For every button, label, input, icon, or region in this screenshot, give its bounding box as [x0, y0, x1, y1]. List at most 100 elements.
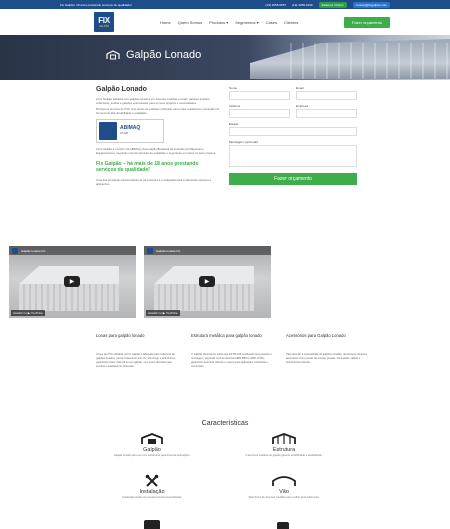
column-title: Lonas para galpão lonado: [96, 333, 145, 338]
abimaq-logo-icon: [99, 122, 117, 140]
hero-title-group: Galpão Lonado: [106, 49, 201, 61]
intro-paragraph-4: Uma das principais características de ta…: [96, 178, 212, 186]
watch-on-youtube[interactable]: Assistir no ▶ YouTube: [146, 310, 180, 316]
channel-avatar: [12, 247, 18, 254]
logo-subtext: GALPÃO: [98, 24, 110, 28]
tools-icon: [92, 474, 212, 488]
email-label: Email: [296, 86, 304, 90]
youtube-logo-icon: ▶ YouTube: [162, 311, 178, 315]
play-button-icon[interactable]: ▶: [64, 276, 80, 287]
span-icon: [224, 474, 344, 488]
features-title: Características: [201, 420, 249, 427]
column-lonas: Lonas para galpão lonado A lona de PVC u…: [96, 333, 181, 371]
feature-label: Vão: [279, 489, 289, 495]
top-contacts: (19) 3258-5057 (19) 3258-9199 Estamos On…: [266, 1, 390, 8]
structure-icon: [224, 432, 344, 446]
feature-row-3-icon-left: [144, 520, 160, 529]
feature-desc: Instalação rápida com equipe técnica esp…: [122, 496, 182, 499]
feature-label: Estrutura: [272, 447, 296, 453]
top-info-bar: Fix Galpão: 18 anos prestando serviços d…: [0, 0, 450, 9]
email-input[interactable]: [296, 91, 357, 100]
message-label: Mensagem (opcional): [229, 140, 258, 144]
column-text: A lona de PVC utilizada na Fix Galpão é …: [96, 353, 176, 368]
feature-row-3-icon-right: [277, 522, 289, 529]
feature-label: Galpão: [143, 447, 161, 453]
nav-item-produtos[interactable]: Produtos ▾: [209, 20, 228, 25]
phone-link-1[interactable]: (19) 3258-5057: [266, 3, 287, 7]
intro-paragraph-3: A Fix Galpão é membro da ABIMAQ (Associa…: [96, 147, 217, 155]
column-title: Estrutura metálica para galpão lonado: [191, 333, 262, 338]
video-tent-wall: [154, 284, 254, 311]
intro-section: Galpão Lonado A Fix Galpão trabalha com …: [96, 86, 220, 188]
phone-link-2[interactable]: (19) 3258-9199: [292, 3, 313, 7]
nav-item-home[interactable]: Home: [160, 20, 171, 25]
column-title: Acessórios para Galpão Lonado: [286, 333, 346, 338]
video-title[interactable]: Galpão lonado Fix: [156, 249, 180, 253]
nav-item-clientes[interactable]: Clientes: [284, 20, 298, 25]
message-field-group: Mensagem (opcional): [229, 140, 357, 167]
abimaq-text: ABIMAQ GT-EM: [120, 126, 140, 136]
info-columns: Lonas para galpão lonado A lona de PVC u…: [96, 333, 371, 371]
video-tent-wall: [19, 284, 119, 311]
header-quote-button[interactable]: Fazer orçamento: [344, 16, 390, 28]
video-player-1[interactable]: Galpão lonado Fix ▶ Assistir no ▶ YouTub…: [9, 246, 136, 318]
form-row-2: Telefone Empresa: [229, 104, 357, 118]
phone-label: Telefone: [229, 104, 241, 108]
intro-paragraph-1: A Fix Galpão trabalha com galpões lonado…: [96, 97, 211, 105]
nav-item-cases[interactable]: Cases: [266, 20, 277, 25]
company-input[interactable]: [296, 109, 357, 118]
feature-desc: Vãos livres de diversas medidas para mel…: [248, 496, 320, 499]
phone-input[interactable]: [229, 109, 290, 118]
video-title-bar: Galpão lonado Fix: [9, 246, 136, 255]
name-field-group: Nome: [229, 86, 290, 100]
state-label: Estado: [229, 122, 239, 126]
top-tagline: Fix Galpão: 18 anos prestando serviços d…: [60, 2, 132, 7]
column-text: O Galpão da linha Fix utiliza aço ASTM A…: [191, 353, 272, 368]
message-textarea[interactable]: [229, 145, 357, 167]
whatsapp-button[interactable]: Estamos Online!: [318, 1, 347, 8]
intro-heading: Galpão Lonado: [96, 86, 147, 93]
intro-paragraph-2: Montamos em lona de PVC com tecido de po…: [96, 107, 220, 115]
submit-quote-button[interactable]: Fazer orçamento: [229, 173, 357, 185]
hero-banner: Galpão Lonado: [0, 35, 450, 80]
name-input[interactable]: [229, 91, 290, 100]
feature-instalacao: Instalação Instalação rápida com equipe …: [92, 474, 212, 499]
feature-desc: A estrutura metálica do galpão garante d…: [245, 454, 323, 457]
quote-form: Nome Email Telefone Empresa Estado Mensa…: [229, 86, 357, 185]
company-field-group: Empresa: [296, 104, 357, 118]
abimaq-badge: ABIMAQ GT-EM: [96, 119, 164, 143]
watch-on-youtube[interactable]: Assistir no ▶ YouTube: [11, 310, 45, 316]
watch-label: Assistir no: [13, 311, 27, 315]
abimaq-sub: GT-EM: [120, 132, 128, 135]
page-title: Galpão Lonado: [126, 49, 202, 61]
video-title-bar: Galpão lonado Fix: [144, 246, 271, 255]
email-link[interactable]: contato@fixgalpao.com: [352, 1, 390, 8]
play-button-icon[interactable]: ▶: [199, 276, 215, 287]
youtube-logo-icon: ▶ YouTube: [27, 311, 43, 315]
channel-avatar: [147, 247, 153, 254]
nav-item-quem-somos[interactable]: Quem Somos: [178, 20, 202, 25]
feature-vao: Vão Vãos livres de diversas medidas para…: [224, 474, 344, 499]
video-title[interactable]: Galpão lonado Fix: [21, 249, 45, 253]
main-nav: Home Quem Somos Produtos ▾ Segmentos ▾ C…: [160, 20, 298, 25]
company-label: Empresa: [296, 104, 309, 108]
feature-label: Instalação: [139, 489, 165, 495]
nav-item-segmentos[interactable]: Segmentos ▾: [235, 20, 258, 25]
highlight-heading: Fix Galpão – há mais de 18 anos prestand…: [96, 161, 199, 173]
feature-galpao: Galpão Galpão lonado para uso com cobert…: [92, 432, 212, 457]
column-estrutura: Estrutura metálica para galpão lonado O …: [191, 333, 276, 371]
form-row-1: Nome Email: [229, 86, 357, 100]
name-label: Nome: [229, 86, 238, 90]
state-input[interactable]: [229, 127, 357, 136]
video-player-2[interactable]: Galpão lonado Fix ▶ Assistir no ▶ YouTub…: [144, 246, 271, 318]
phone-field-group: Telefone: [229, 104, 290, 118]
watch-label: Assistir no: [148, 311, 162, 315]
feature-desc: Galpão lonado para uso com coberturas pa…: [113, 454, 191, 457]
site-header: FIX GALPÃO Home Quem Somos Produtos ▾ Se…: [0, 9, 450, 35]
warehouse-icon: [92, 432, 212, 446]
column-acessorios: Acessórios para Galpão Lonado Para atend…: [286, 333, 371, 371]
feature-estrutura: Estrutura A estrutura metálica do galpão…: [224, 432, 344, 457]
fix-logo[interactable]: FIX GALPÃO: [94, 12, 114, 32]
email-field-group: Email: [296, 86, 357, 100]
hero-tent-ribs: [290, 43, 450, 79]
